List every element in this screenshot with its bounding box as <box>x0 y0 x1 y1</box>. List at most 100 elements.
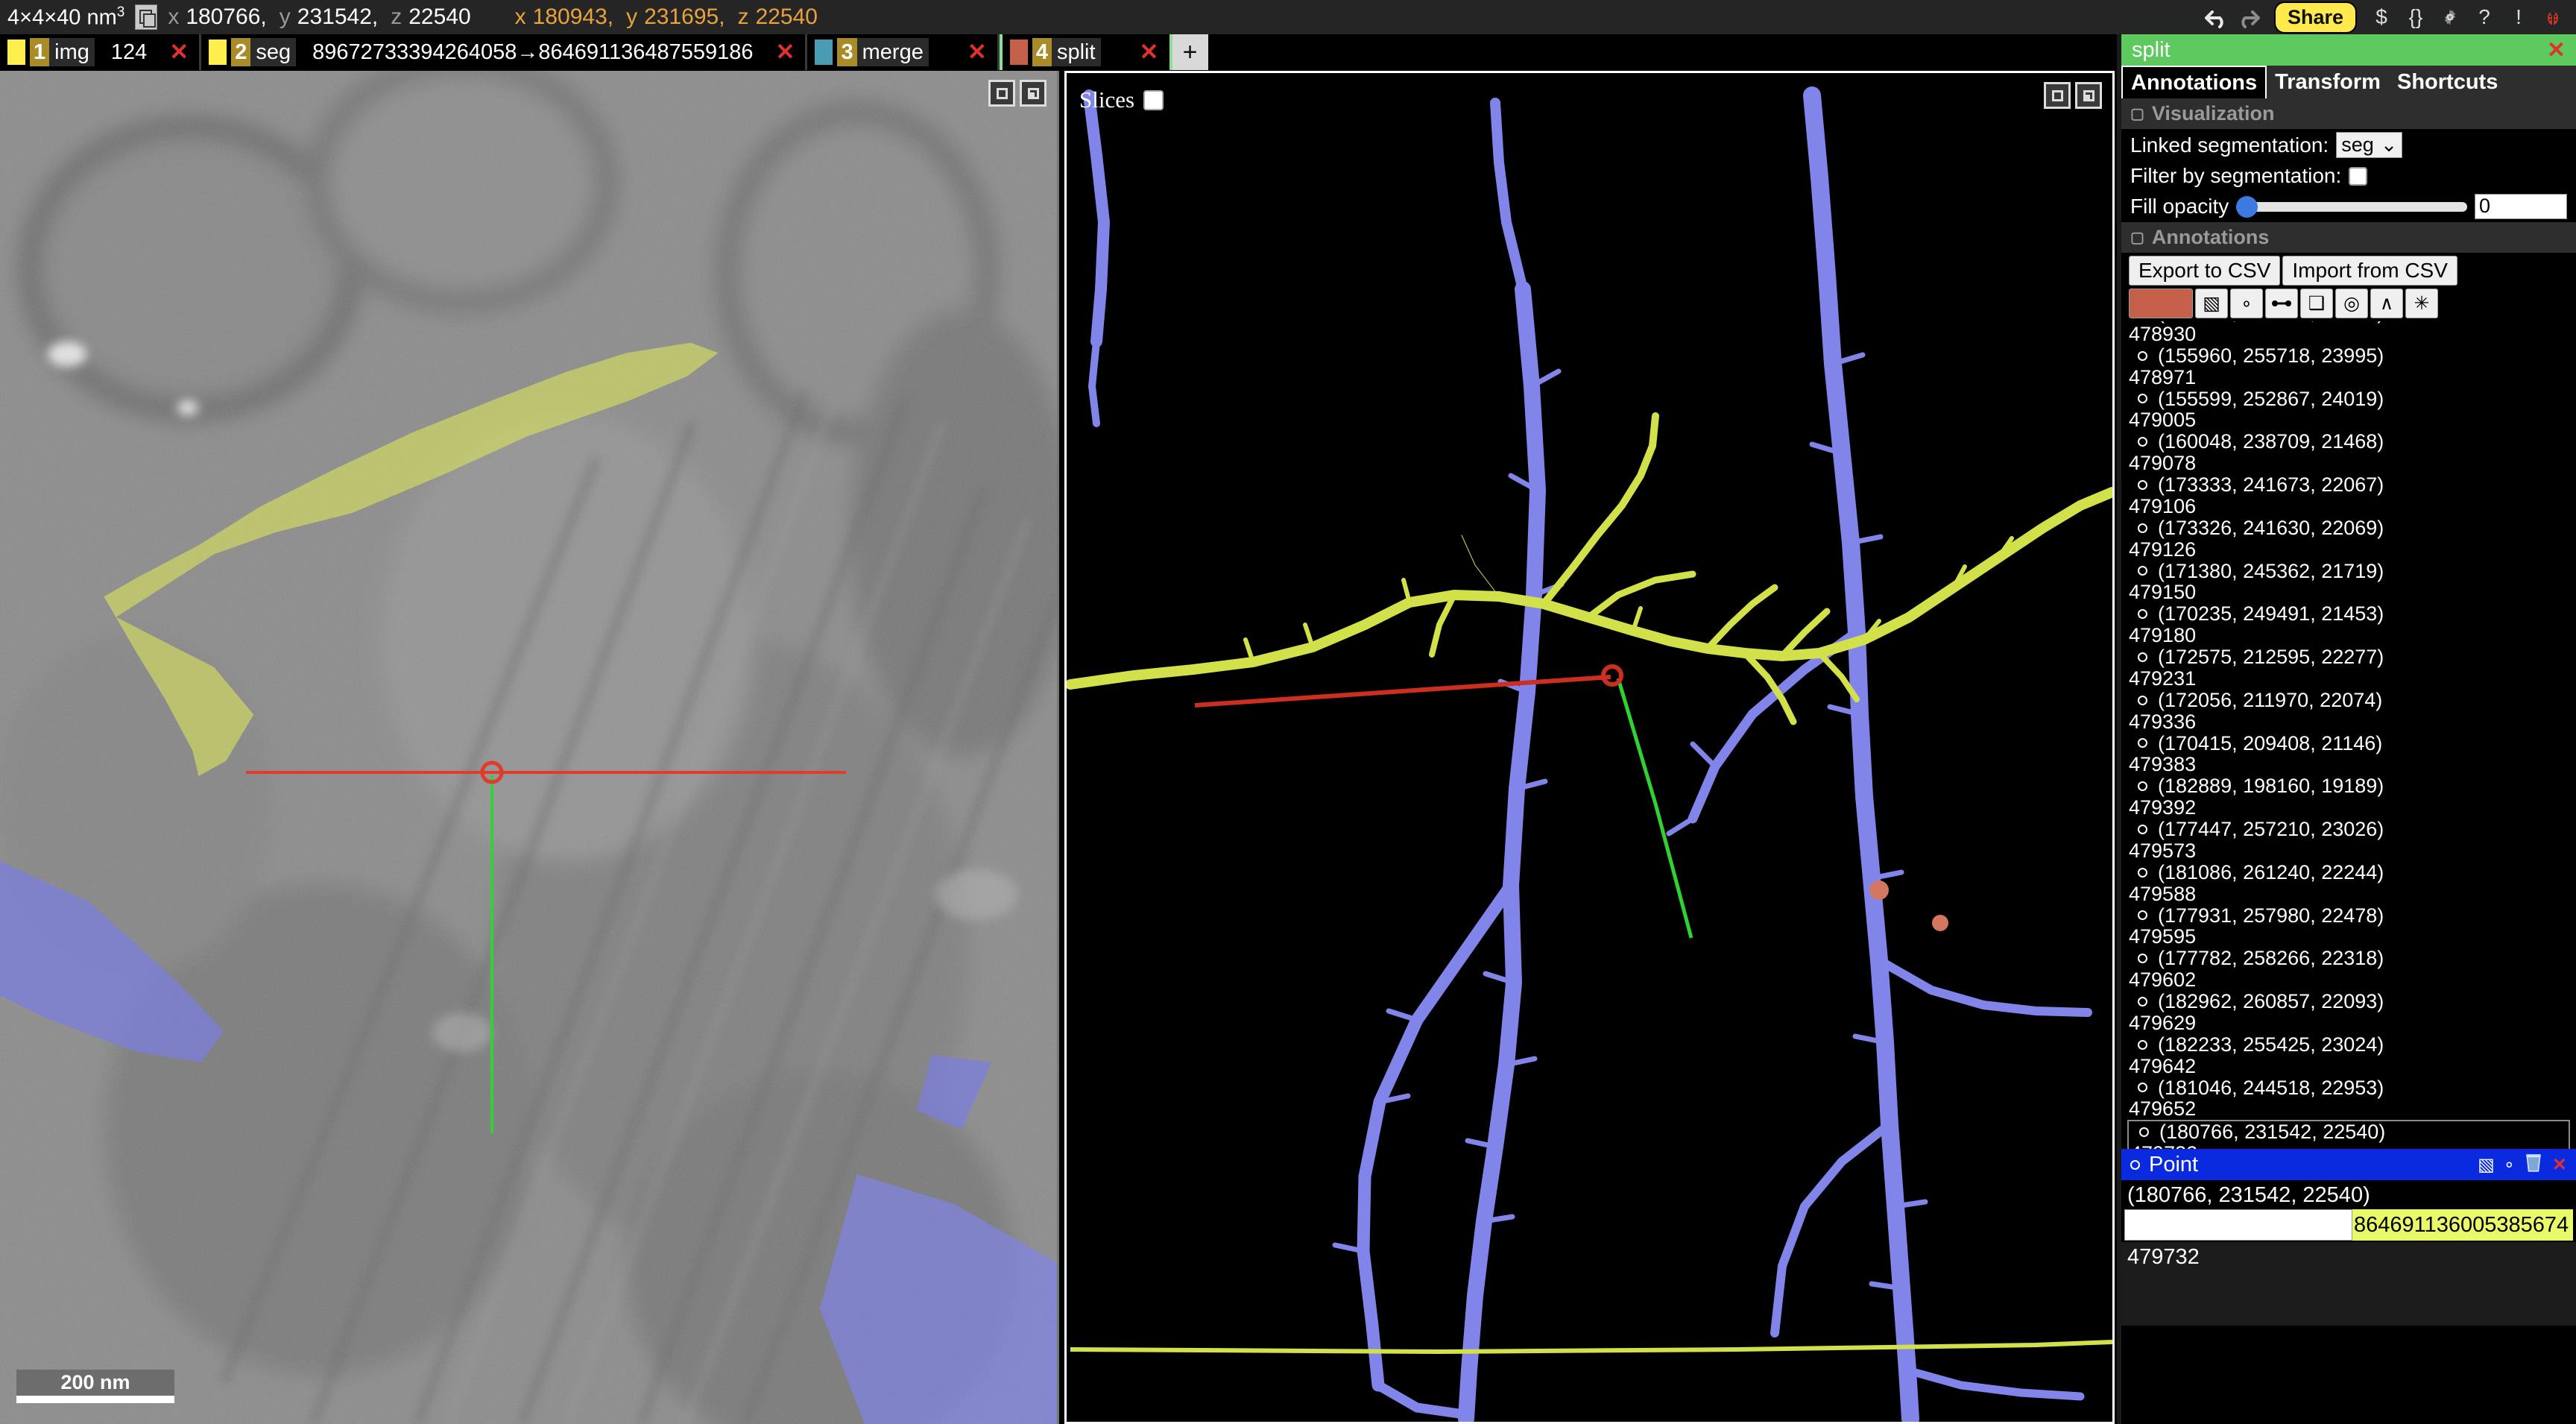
annotation-id: 479231 <box>2129 667 2197 690</box>
fill-opacity-row: Fill opacity 0 <box>2121 191 2576 222</box>
annotation-list-item[interactable]: (181086, 261240, 22244) 479588 <box>2127 861 2570 905</box>
braces-icon[interactable]: {} <box>2399 0 2433 34</box>
copy-icon[interactable] <box>135 4 158 30</box>
annotation-list-item[interactable]: (171380, 245362, 21719) 479150 <box>2127 560 2570 604</box>
layer-value-label: 124 <box>110 40 148 64</box>
point-detail-header: Point ▧ ∘ ✕ <box>2121 1149 2576 1180</box>
layer-tab-img[interactable]: 1 img 124 ✕ <box>0 34 202 70</box>
annotation-list-item[interactable]: (160048, 238709, 21468) 479078 <box>2127 431 2570 474</box>
layer-close-icon[interactable]: ✕ <box>1140 39 1159 66</box>
point-segment-id[interactable]: 864691136005385674 <box>2352 1209 2573 1241</box>
help-icon[interactable]: ? <box>2467 0 2501 34</box>
position-coordinates[interactable]: x 180766, y 231542, z 22540 <box>168 4 483 30</box>
annotation-list-item[interactable]: (172575, 212595, 22277) 479231 <box>2127 646 2570 690</box>
visualization-section-header[interactable]: ▢ Visualization <box>2121 98 2576 129</box>
checkerboard-icon[interactable]: ▧ <box>2478 1154 2495 1176</box>
layer-close-icon[interactable]: ✕ <box>169 39 189 66</box>
filter-by-segmentation-checkbox[interactable] <box>2349 166 2368 186</box>
annotations-section-header[interactable]: ▢ Annotations <box>2121 222 2576 253</box>
trash-icon[interactable] <box>2524 1152 2543 1178</box>
layer-index-badge: 1 <box>30 38 50 66</box>
layer-close-icon[interactable]: ✕ <box>776 39 795 66</box>
annotation-list-item[interactable]: (145167, 273435, 24544) 478930 <box>2127 321 2570 345</box>
import-from-csv-button[interactable]: Import from CSV <box>2282 256 2457 286</box>
mesh-view-panel[interactable] <box>1064 71 2115 1424</box>
annotation-list[interactable]: (145167, 273435, 24544) 478930 (155960, … <box>2121 321 2576 1149</box>
tab-shortcuts[interactable]: Shortcuts <box>2389 66 2506 98</box>
annotation-color-swatch[interactable] <box>2129 289 2193 318</box>
annotation-id: 479642 <box>2129 1054 2197 1077</box>
maximize-icon[interactable] <box>2044 82 2071 109</box>
annotation-id: 479005 <box>2129 409 2197 432</box>
neuroglancer-app: 4×4×40 nm3 x 180766, y 231542, z 22540 x… <box>0 0 2576 1424</box>
annotation-list-item[interactable]: (170415, 209408, 21146) 479383 <box>2127 732 2570 776</box>
annotation-list-item[interactable]: (177447, 257210, 23026) 479573 <box>2127 819 2570 862</box>
close-icon[interactable]: ✕ <box>2552 1154 2567 1176</box>
ellipsoid-tool-icon[interactable]: ◎ <box>2335 289 2368 318</box>
mouse-coordinates: x 180943, y 231695, z 22540 <box>515 4 830 30</box>
asterisk-tool-icon[interactable]: ✳ <box>2405 289 2438 318</box>
checkerboard-icon[interactable]: ▧ <box>2195 289 2228 318</box>
annotation-list-item[interactable]: (155960, 255718, 23995) 478971 <box>2127 344 2570 388</box>
slice-view-panel[interactable]: 200 nm <box>0 71 1059 1424</box>
circle-icon[interactable]: ∘ <box>2504 1154 2515 1176</box>
undo-icon[interactable] <box>2198 0 2232 34</box>
annotation-coord: (170235, 249491, 21453) <box>2158 602 2384 626</box>
linked-segmentation-select[interactable]: seg ⌄ <box>2336 132 2403 158</box>
annotation-list-item[interactable]: (177782, 258266, 22318) 479602 <box>2127 948 2570 991</box>
layout-icon[interactable] <box>1020 80 1046 107</box>
point-detail-footer: 479732 <box>2121 1242 2576 1326</box>
point-icon <box>2138 824 2147 834</box>
annotation-id: 479595 <box>2129 925 2197 948</box>
fill-opacity-slider-knob[interactable] <box>2236 195 2258 218</box>
mouse-y-label: y <box>626 4 638 29</box>
bounding-box-tool-icon[interactable]: ❑ <box>2300 289 2333 318</box>
layer-tab-seg[interactable]: 2 seg 89672733394264058→8646911364875591… <box>201 34 808 70</box>
layer-index-badge: 3 <box>837 38 857 66</box>
fill-opacity-value[interactable]: 0 <box>2475 194 2567 219</box>
maximize-icon[interactable] <box>988 80 1015 107</box>
dollar-icon[interactable]: $ <box>2364 0 2399 34</box>
scale-bar-label: 200 nm <box>16 1370 174 1396</box>
point-detail-body: (180766, 231542, 22540) 8646911360053856… <box>2121 1180 2576 1242</box>
alert-icon[interactable]: ! <box>2501 0 2536 34</box>
layer-name-label: split <box>1051 38 1101 66</box>
annotation-list-item[interactable]: (181046, 244518, 22953) 479652 <box>2127 1077 2570 1121</box>
point-tool-icon[interactable]: ∘ <box>2230 289 2263 318</box>
gear-icon[interactable] <box>2433 0 2467 34</box>
annotation-id: 479602 <box>2129 968 2197 992</box>
annotation-list-item[interactable]: (177931, 257980, 22478) 479595 <box>2127 904 2570 948</box>
point-description-input[interactable] <box>2124 1209 2352 1241</box>
export-to-csv-button[interactable]: Export to CSV <box>2129 256 2281 286</box>
annotation-list-item[interactable]: (182233, 255425, 23024) 479642 <box>2127 1033 2570 1077</box>
annotation-list-item[interactable]: (172056, 211970, 22074) 479336 <box>2127 689 2570 733</box>
annotation-id: 479336 <box>2129 710 2197 733</box>
point-icon <box>2138 1039 2147 1050</box>
annotation-list-item[interactable]: (182962, 260857, 22093) 479629 <box>2127 991 2570 1034</box>
layer-tab-split[interactable]: 4 split ✕ <box>999 34 1172 70</box>
line-tool-icon[interactable] <box>2265 289 2298 318</box>
fill-opacity-slider[interactable] <box>2236 195 2467 218</box>
annotation-list-item[interactable]: (155599, 252867, 24019) 479005 <box>2127 388 2570 432</box>
slices-checkbox[interactable] <box>1143 89 1164 110</box>
tab-annotations[interactable]: Annotations <box>2121 66 2267 98</box>
annotation-tool-row: ▧ ∘ ❑ ◎ ∧ ✳ <box>2121 286 2576 321</box>
annotation-list-item-selected[interactable]: (180766, 231542, 22540) 479732 <box>2127 1120 2570 1149</box>
layer-close-icon[interactable]: ✕ <box>967 39 987 66</box>
share-button[interactable]: Share <box>2273 1 2357 34</box>
redo-icon[interactable] <box>2232 0 2267 34</box>
caret-tool-icon[interactable]: ∧ <box>2370 289 2403 318</box>
annotation-list-item[interactable]: (173326, 241630, 22069) 479126 <box>2127 517 2570 561</box>
annotation-list-item[interactable]: (182889, 198160, 19189) 479392 <box>2127 775 2570 819</box>
point-icon <box>2138 652 2147 662</box>
annotation-list-item[interactable]: (173333, 241673, 22067) 479106 <box>2127 474 2570 517</box>
annotation-list-item[interactable]: (170235, 249491, 21453) 479180 <box>2127 603 2570 646</box>
bug-icon[interactable] <box>2536 0 2570 34</box>
tab-transform[interactable]: Transform <box>2267 66 2389 98</box>
add-layer-button[interactable]: + <box>1172 34 1208 70</box>
slices-toggle[interactable]: Slices <box>1079 86 1164 113</box>
layout-icon[interactable] <box>2075 82 2102 109</box>
layer-tab-merge[interactable]: 3 merge ✕ <box>807 34 1000 70</box>
side-panel-close-icon[interactable]: ✕ <box>2547 37 2566 63</box>
point-icon <box>2130 1159 2140 1170</box>
